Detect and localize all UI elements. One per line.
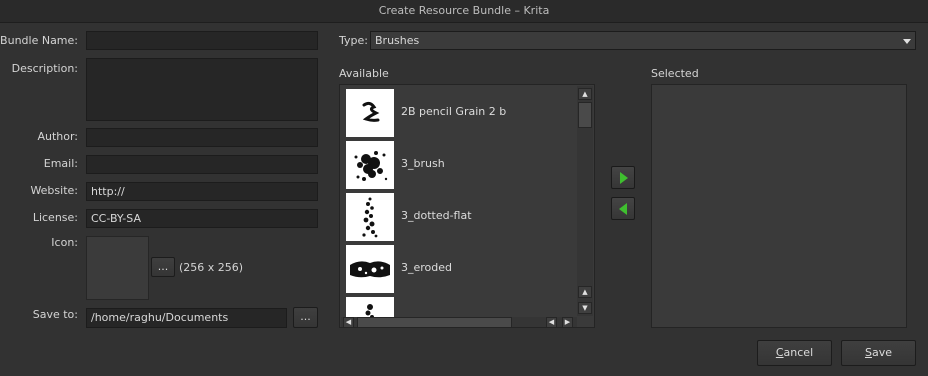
cancel-mnemonic: C xyxy=(775,346,784,359)
scroll-up-icon[interactable]: ▲ xyxy=(578,88,592,100)
cancel-label-rest: ancel xyxy=(783,346,814,359)
type-select[interactable]: Brushes xyxy=(370,31,916,50)
description-textarea[interactable] xyxy=(86,58,318,121)
window-title: Create Resource Bundle – Krita xyxy=(0,0,928,23)
list-item[interactable]: 3_brush xyxy=(346,141,576,189)
scroll-down-icon[interactable]: ▼ xyxy=(578,302,592,314)
type-label: Type: xyxy=(339,34,368,47)
list-item-label: 3_eroded xyxy=(401,261,453,274)
list-item[interactable]: 3_eroded xyxy=(346,245,576,293)
author-input[interactable] xyxy=(86,128,318,147)
scroll-up-icon[interactable]: ▲ xyxy=(578,286,592,298)
save-to-input[interactable]: /home/raghu/Documents xyxy=(86,308,287,328)
list-item-label: 2B pencil Grain 2 b xyxy=(401,105,507,118)
chevron-down-icon xyxy=(903,39,911,44)
brush-thumbnail xyxy=(346,245,394,293)
list-item[interactable]: 2B pencil Grain 2 b xyxy=(346,89,576,137)
license-label: License: xyxy=(32,211,78,224)
available-list[interactable]: 2B pencil Grain 2 b 3_brush 3_dotted-fla… xyxy=(339,84,595,328)
email-input[interactable] xyxy=(86,155,318,174)
vertical-scrollbar[interactable]: ▲ ▲ ▼ xyxy=(577,86,593,316)
cancel-button[interactable]: Cancel xyxy=(757,340,832,366)
website-input[interactable]: http:// xyxy=(86,182,318,201)
icon-browse-button[interactable]: ... xyxy=(151,257,175,277)
icon-size-text: (256 x 256) xyxy=(179,261,244,274)
remove-from-selected-button[interactable] xyxy=(611,197,635,220)
save-to-browse-button[interactable]: ... xyxy=(293,307,318,328)
scroll-left-icon[interactable]: ◀ xyxy=(343,317,354,327)
save-mnemonic: S xyxy=(864,346,872,359)
add-to-selected-button[interactable] xyxy=(611,166,635,189)
icon-label: Icon: xyxy=(51,236,78,249)
scroll-thumb-horizontal[interactable] xyxy=(357,317,512,327)
selected-header: Selected xyxy=(651,67,699,80)
save-to-label: Save to: xyxy=(32,308,78,321)
arrow-right-icon xyxy=(620,172,628,184)
arrow-left-icon xyxy=(619,203,627,215)
scroll-thumb[interactable] xyxy=(578,102,592,128)
brush-thumbnail xyxy=(346,89,394,137)
list-item-label: 3_dotted-flat xyxy=(401,209,472,222)
license-input[interactable]: CC-BY-SA xyxy=(86,209,318,228)
horizontal-scrollbar[interactable]: ◀ ◀ ▶ xyxy=(341,317,577,327)
bundle-name-label: Bundle Name: xyxy=(0,34,78,47)
type-select-value: Brushes xyxy=(375,34,420,47)
website-label: Website: xyxy=(30,184,78,197)
description-label: Description: xyxy=(11,62,78,75)
available-header: Available xyxy=(339,67,389,80)
brush-thumbnail xyxy=(346,141,394,189)
selected-list[interactable] xyxy=(651,84,907,328)
bundle-icon-preview xyxy=(86,236,149,300)
bundle-name-input[interactable] xyxy=(86,31,318,50)
list-item-label: 3_brush xyxy=(401,157,445,170)
email-label: Email: xyxy=(43,157,78,170)
scroll-right-icon[interactable]: ▶ xyxy=(562,317,573,327)
save-label-rest: ave xyxy=(871,346,892,359)
author-label: Author: xyxy=(37,130,78,143)
scroll-left-icon[interactable]: ◀ xyxy=(546,317,557,327)
save-button[interactable]: Save xyxy=(841,340,916,366)
brush-thumbnail xyxy=(346,193,394,241)
list-item[interactable]: 3_dotted-flat xyxy=(346,193,576,241)
